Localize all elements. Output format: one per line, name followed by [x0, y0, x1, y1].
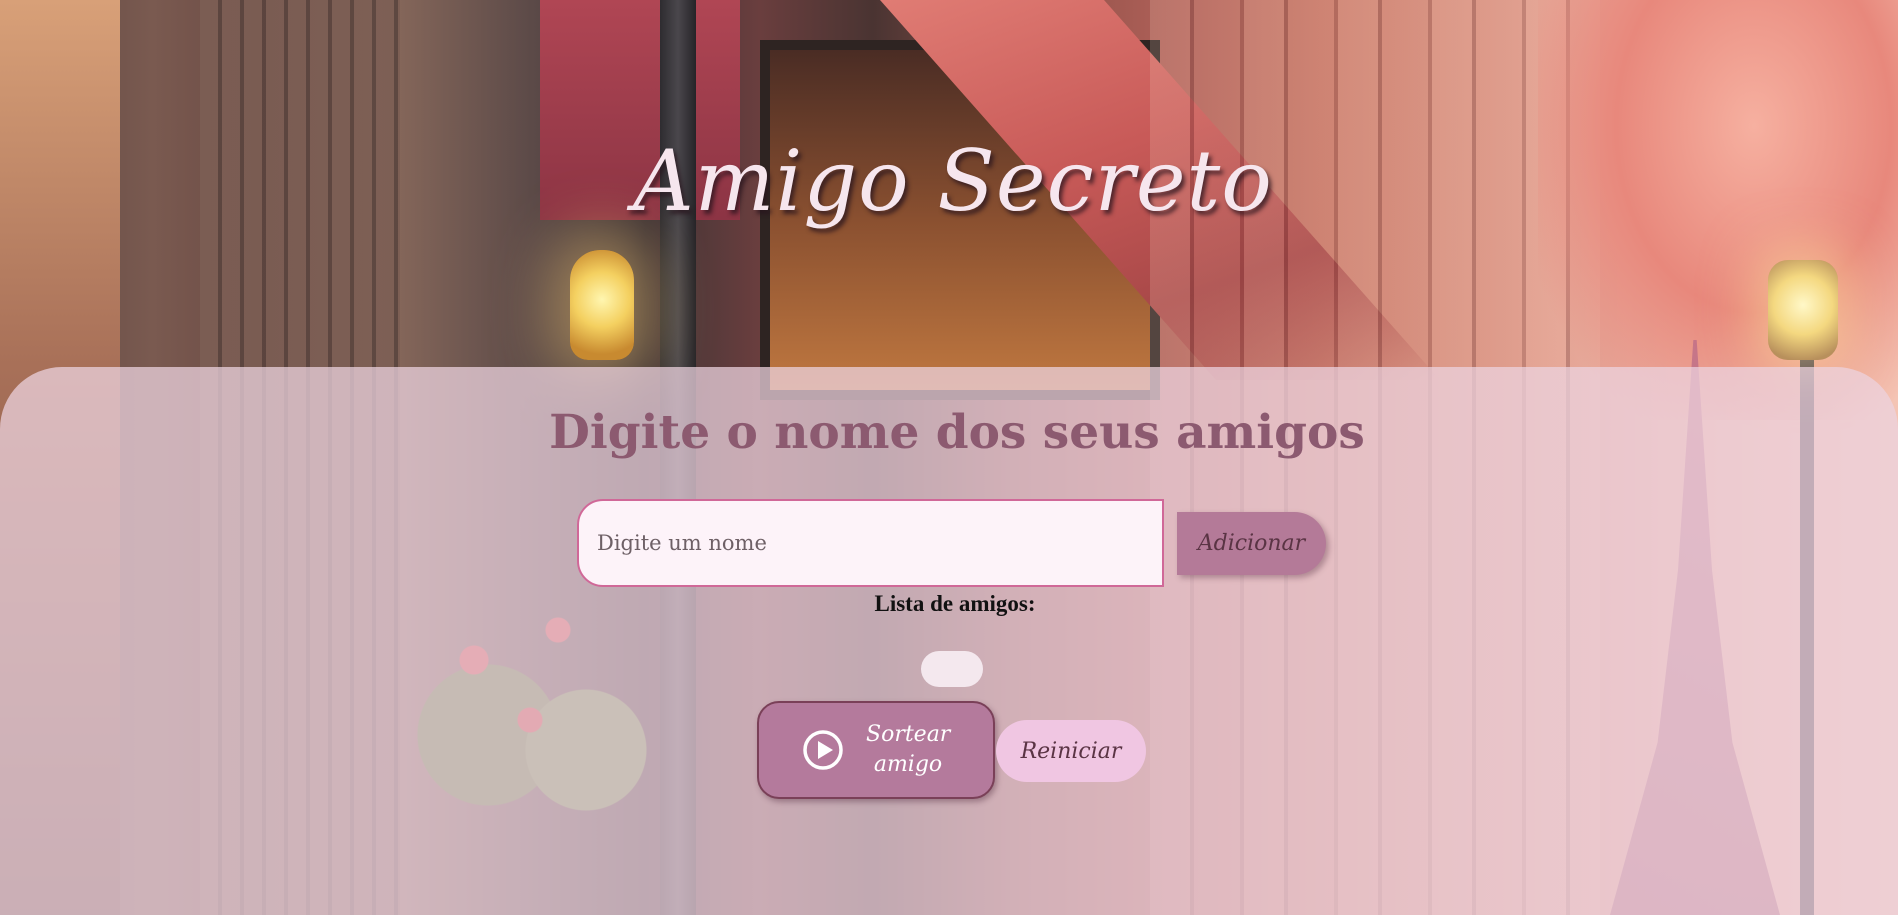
friends-list — [921, 651, 983, 687]
play-circle-icon — [802, 729, 844, 771]
draw-friend-button[interactable]: Sortear amigo — [757, 701, 995, 799]
main-panel: Digite o nome dos seus amigos Adicionar … — [0, 367, 1898, 915]
page-title: Amigo Secreto — [633, 132, 1273, 230]
section-title: Digite o nome dos seus amigos — [549, 405, 1365, 460]
add-button[interactable]: Adicionar — [1177, 512, 1326, 575]
page-header: Amigo Secreto — [0, 0, 1898, 367]
reset-button[interactable]: Reiniciar — [996, 720, 1146, 782]
friends-list-title: Lista de amigos: — [874, 591, 1036, 616]
draw-button-label: Sortear amigo — [866, 722, 951, 777]
name-input[interactable] — [577, 499, 1164, 587]
